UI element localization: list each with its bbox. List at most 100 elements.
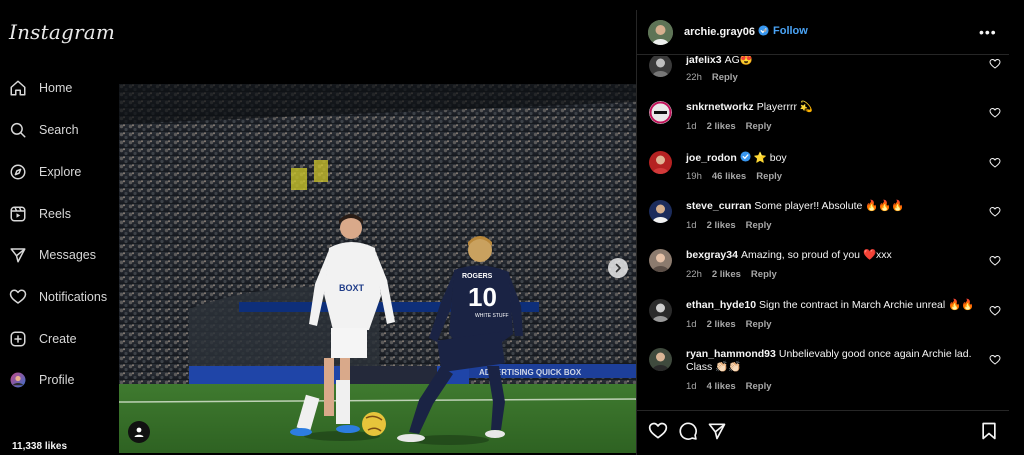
nav-home-label: Home (39, 81, 73, 95)
comment-avatar[interactable] (649, 299, 672, 322)
navy-shirt-name: ROGERS (462, 273, 493, 280)
nav-search[interactable]: Search (8, 119, 79, 141)
separator-dot: • (763, 25, 767, 37)
comment-item: ethan_hyde10 Sign the contract in March A… (637, 299, 1009, 347)
comment-reply-button[interactable]: Reply (746, 319, 772, 330)
nav-messages-label: Messages (39, 248, 96, 262)
comment-like-heart-icon[interactable] (989, 354, 1001, 366)
home-icon (8, 78, 28, 98)
comment-like-heart-icon[interactable] (989, 107, 1001, 119)
comment-like-heart-icon[interactable] (989, 305, 1001, 317)
bookmark-icon[interactable] (979, 421, 999, 441)
person-icon (134, 427, 144, 437)
post-actions-bar (637, 410, 1009, 455)
comment-time: 19h (686, 171, 702, 182)
next-photo-button[interactable] (608, 258, 628, 278)
author-avatar[interactable] (648, 20, 673, 45)
comment-likes[interactable]: 2 likes (707, 319, 736, 330)
nav-reels-label: Reels (39, 207, 71, 221)
football-photo: ADVERTISING QUICK BOX BOXT ROGERS 10 WHI… (119, 84, 636, 453)
comment-username[interactable]: ethan_hyde10 (686, 299, 756, 311)
nav-profile-label: Profile (39, 373, 75, 387)
send-icon (8, 245, 28, 265)
nav-notifications-label: Notifications (39, 290, 108, 304)
comment-likes[interactable]: 2 likes (707, 220, 736, 231)
comment-text: Amazing, so proud of you ❤️xxx (740, 249, 892, 261)
reels-icon (8, 204, 28, 224)
comment-username[interactable]: ryan_hammond93 (686, 348, 776, 360)
chevron-right-icon (615, 263, 621, 273)
comment-like-heart-icon[interactable] (989, 58, 1001, 70)
nav-create[interactable]: Create (8, 328, 77, 350)
comment-like-heart-icon[interactable] (989, 255, 1001, 267)
comment-item: bexgray34 Amazing, so proud of you ❤️xxx … (637, 249, 1009, 297)
comment-like-heart-icon[interactable] (989, 206, 1001, 218)
comment-username[interactable]: jafelix3 (686, 56, 722, 66)
comment-likes[interactable]: 4 likes (707, 381, 736, 392)
navy-shirt-sponsor: WHITE STUFF (475, 313, 509, 319)
navy-shirt-number: 10 (468, 282, 497, 312)
comment-avatar[interactable] (649, 56, 672, 77)
tagged-users-button[interactable] (128, 421, 150, 443)
follow-button[interactable]: Follow (773, 25, 808, 37)
comment-avatar[interactable] (649, 348, 672, 371)
comment-avatar[interactable] (649, 101, 672, 124)
nav-reels[interactable]: Reels (8, 203, 71, 225)
instagram-logo[interactable]: Instagram (9, 20, 115, 44)
comments-list: jafelix3 AG😍 22h Reply snkrnetworkz Player… (637, 56, 1009, 410)
comment-reply-button[interactable]: Reply (756, 171, 782, 182)
comment-text: Sign the contract in March Archie unreal… (759, 299, 975, 311)
comment-avatar[interactable] (649, 200, 672, 223)
comment-time: 1d (686, 381, 697, 392)
nav-create-label: Create (39, 332, 77, 346)
post-likes-count[interactable]: 11,338 likes (12, 441, 67, 452)
post-header: archie.gray06 • Follow ••• (637, 10, 1009, 55)
comment-reply-button[interactable]: Reply (746, 381, 772, 392)
author-username[interactable]: archie.gray06 (684, 25, 769, 38)
post-photo[interactable]: ADVERTISING QUICK BOX BOXT ROGERS 10 WHI… (119, 84, 636, 453)
comment-text: Playerrrr 💫 (756, 101, 813, 113)
comment-reply-button[interactable]: Reply (712, 72, 738, 83)
comment-time: 22h (686, 269, 702, 280)
verified-badge-icon (740, 151, 751, 162)
nav-profile[interactable]: Profile (8, 369, 74, 391)
nav-explore[interactable]: Explore (8, 161, 81, 183)
comment-username[interactable]: steve_curran (686, 200, 751, 212)
comment-reply-button[interactable]: Reply (751, 269, 777, 280)
heart-icon (8, 287, 28, 307)
comment-time: 1d (686, 319, 697, 330)
plus-square-icon (8, 329, 28, 349)
comment-item: snkrnetworkz Playerrrr 💫 1d 2 likes Reply (637, 101, 1009, 149)
comment-avatar[interactable] (649, 249, 672, 272)
white-shirt-sponsor: BOXT (339, 283, 365, 293)
comment-reply-button[interactable]: Reply (746, 220, 772, 231)
sidebar: Instagram Home Search Explore Reels Mess… (0, 0, 118, 455)
comment-username[interactable]: joe_rodon (686, 152, 737, 164)
comment-like-heart-icon[interactable] (989, 157, 1001, 169)
compass-icon (8, 162, 28, 182)
avatar-icon (8, 370, 28, 390)
search-icon (8, 120, 28, 140)
comment-time: 22h (686, 72, 702, 83)
more-options-icon[interactable]: ••• (979, 24, 997, 40)
nav-notifications[interactable]: Notifications (8, 286, 107, 308)
comment-likes[interactable]: 46 likes (712, 171, 746, 182)
comment-likes[interactable]: 2 likes (707, 121, 736, 132)
like-heart-icon[interactable] (648, 421, 668, 441)
comment-text: ⭐ boy (753, 152, 787, 164)
share-send-icon[interactable] (707, 421, 727, 441)
comment-username[interactable]: bexgray34 (686, 249, 738, 261)
comment-time: 1d (686, 220, 697, 231)
comment-username[interactable]: snkrnetworkz (686, 101, 754, 113)
comment-likes[interactable]: 2 likes (712, 269, 741, 280)
comment-reply-button[interactable]: Reply (746, 121, 772, 132)
nav-home[interactable]: Home (8, 77, 72, 99)
comment-item: steve_curran Some player!! Absolute 🔥🔥🔥 1… (637, 200, 1009, 248)
nav-messages[interactable]: Messages (8, 244, 96, 266)
comment-avatar[interactable] (649, 151, 672, 174)
comment-icon[interactable] (678, 421, 698, 441)
comment-text: Some player!! Absolute 🔥🔥🔥 (754, 200, 905, 212)
football (362, 412, 386, 436)
nav-search-label: Search (39, 123, 79, 137)
comment-text: AG😍 (724, 56, 753, 66)
